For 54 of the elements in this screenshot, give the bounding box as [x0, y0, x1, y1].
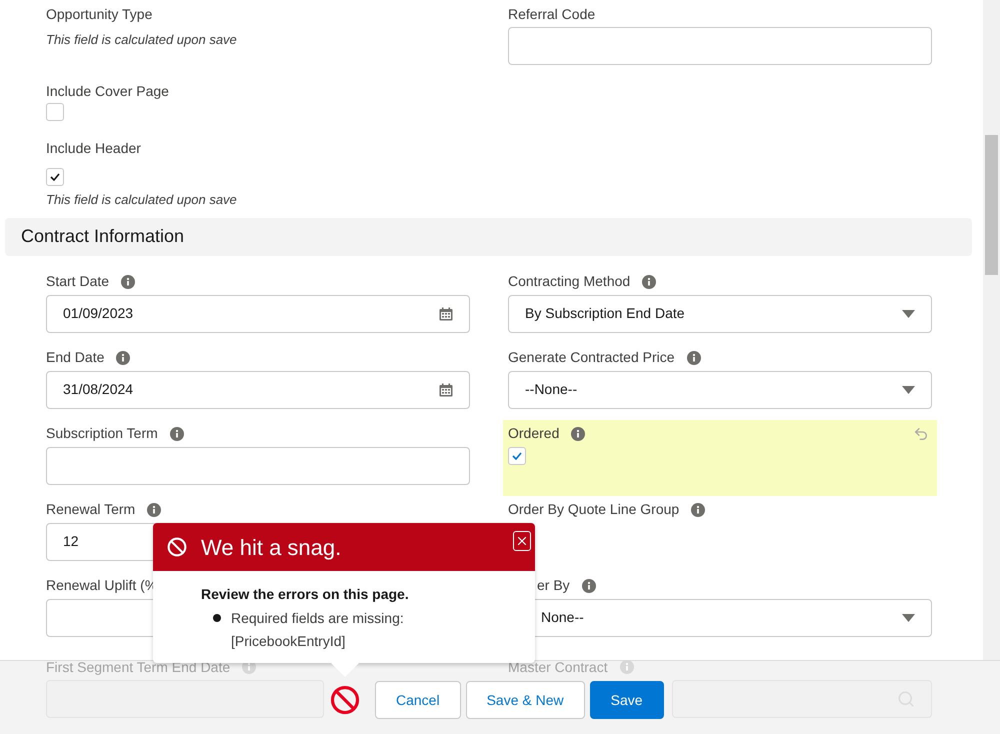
- error-icon: [167, 537, 187, 557]
- caret-down-icon: [902, 614, 915, 622]
- field-label: Ordered: [508, 424, 560, 443]
- field-label: er By: [537, 576, 570, 595]
- field-label: Start Date: [46, 272, 110, 291]
- error-icon[interactable]: [330, 685, 360, 715]
- checkbox[interactable]: [46, 168, 64, 186]
- section-header[interactable]: Contract Information: [5, 218, 972, 256]
- calendar-icon: [439, 306, 453, 320]
- calculated-note: This field is calculated upon save: [46, 191, 238, 209]
- close-icon: [515, 534, 529, 548]
- field-label: End Date: [46, 348, 104, 367]
- info-icon[interactable]: [571, 426, 586, 440]
- input-field[interactable]: [46, 446, 470, 484]
- info-icon[interactable]: [642, 274, 656, 288]
- field-label: Include Cover Page: [46, 82, 170, 101]
- checkmark-icon: [50, 173, 60, 181]
- bullet-icon: [213, 614, 221, 622]
- caret-down-icon: [902, 310, 915, 318]
- info-icon[interactable]: [686, 350, 701, 364]
- scrollbar[interactable]: [983, 0, 1000, 660]
- checkbox[interactable]: [46, 103, 64, 121]
- footer-button[interactable]: Cancel: [375, 681, 461, 719]
- error-heading: Review the errors on this page.: [201, 585, 410, 604]
- calendar-icon: [439, 382, 453, 396]
- info-icon[interactable]: [147, 502, 162, 516]
- info-icon[interactable]: [170, 426, 184, 440]
- info-icon[interactable]: [582, 578, 596, 592]
- field-label: Opportunity Type: [46, 4, 154, 24]
- popover-title: We hit a snag.: [201, 534, 342, 562]
- date-field[interactable]: 31/08/2024: [46, 370, 470, 408]
- field-label: Master Contract: [508, 658, 608, 676]
- input-field[interactable]: [508, 27, 932, 65]
- picklist-field[interactable]: --None--: [508, 370, 932, 408]
- field-label: Include Header: [46, 138, 142, 158]
- footer-button[interactable]: Save & New: [466, 681, 585, 719]
- info-icon[interactable]: [121, 274, 136, 288]
- close-button[interactable]: [513, 531, 531, 551]
- field-label: Generate Contracted Price: [508, 348, 675, 367]
- field-label: Renewal Term: [46, 500, 136, 519]
- field-label: Referral Code: [508, 4, 596, 24]
- picklist-field[interactable]: By Subscription End Date: [508, 294, 932, 332]
- info-icon[interactable]: [116, 350, 130, 364]
- checkmark-icon: [512, 452, 522, 460]
- field-label: Subscription Term: [46, 424, 158, 443]
- checkbox[interactable]: [508, 446, 526, 464]
- caret-down-icon: [902, 386, 915, 394]
- date-field[interactable]: 01/09/2023: [46, 294, 470, 332]
- calculated-note: This field is calculated upon save: [46, 31, 238, 49]
- error-message: Required fields are missing: [PricebookEntryId]: [231, 609, 405, 651]
- save-button[interactable]: Save: [590, 681, 664, 719]
- field-label: Order By Quote Line Group: [508, 500, 680, 519]
- info-icon[interactable]: [691, 502, 706, 516]
- field-label: Contracting Method: [508, 272, 630, 291]
